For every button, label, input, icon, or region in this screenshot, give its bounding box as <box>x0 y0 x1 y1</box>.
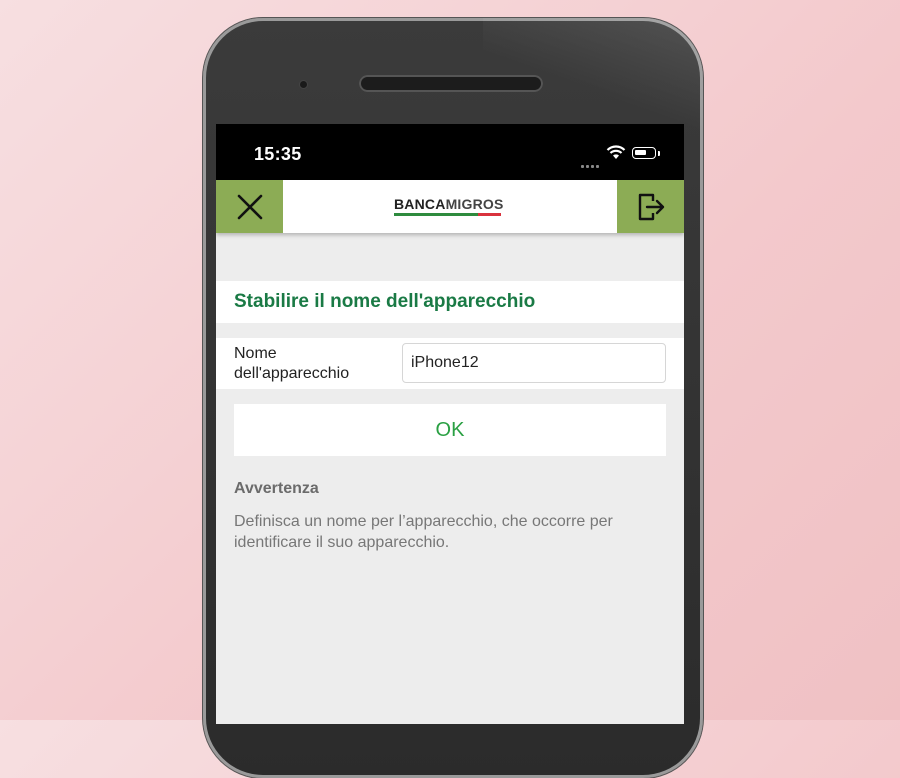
ok-button[interactable]: OK <box>234 404 666 456</box>
logout-button[interactable] <box>617 180 684 233</box>
page-title: Stabilire il nome dell'apparecchio <box>234 291 536 312</box>
front-camera <box>300 81 307 88</box>
battery-tip <box>658 151 660 156</box>
phone-screen: 15:35 BANCAMIGROS Stabilire il nome dell… <box>216 124 684 724</box>
notice-text: Definisca un nome per l’apparecchio, che… <box>234 513 613 551</box>
logo-text-migros: MIGROS <box>445 196 504 212</box>
wifi-icon <box>606 145 626 159</box>
app-header: BANCAMIGROS <box>216 180 684 233</box>
cellular-signal-icon <box>581 155 601 173</box>
phone-gloss <box>483 18 703 128</box>
bancamigros-logo: BANCAMIGROS <box>394 196 504 216</box>
close-icon <box>237 194 262 219</box>
device-name-row: Nome dell'apparecchio <box>216 338 684 389</box>
logout-icon <box>638 193 664 220</box>
status-time: 15:35 <box>254 144 302 164</box>
close-button[interactable] <box>216 180 283 233</box>
battery-icon <box>632 147 656 159</box>
device-name-label: Nome dell'apparecchio <box>234 345 350 382</box>
earpiece-speaker <box>359 75 543 92</box>
logo-text-banca: BANCA <box>394 196 446 212</box>
page-title-panel: Stabilire il nome dell'apparecchio <box>216 281 684 323</box>
notice-heading: Avvertenza <box>234 480 319 497</box>
status-bar: 15:35 <box>216 124 684 180</box>
device-name-input[interactable] <box>402 343 666 383</box>
